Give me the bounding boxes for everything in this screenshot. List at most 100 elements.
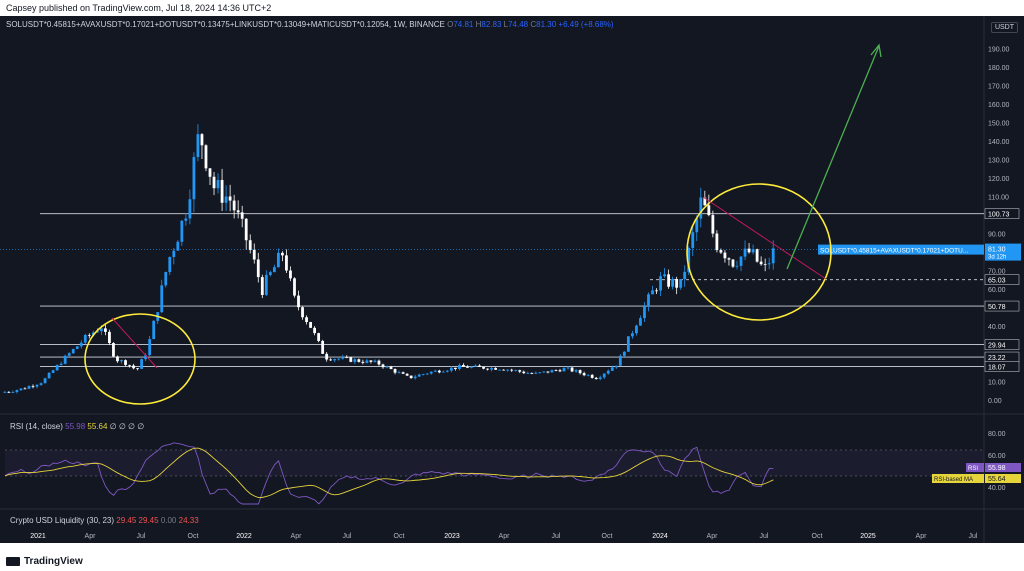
bull-candle[interactable] [59, 363, 63, 366]
bull-candle[interactable] [192, 156, 196, 200]
bear-candle[interactable] [393, 369, 397, 373]
bear-candle[interactable] [248, 240, 252, 250]
bull-candle[interactable] [602, 373, 606, 378]
bear-candle[interactable] [240, 212, 244, 219]
circle-annotation[interactable] [84, 313, 196, 405]
bull-candle[interactable] [120, 360, 123, 362]
bear-candle[interactable] [244, 218, 248, 241]
bull-candle[interactable] [433, 370, 437, 372]
bear-candle[interactable] [437, 370, 441, 373]
bull-candle[interactable] [35, 384, 39, 387]
bull-candle[interactable] [679, 279, 683, 288]
bull-candle[interactable] [71, 348, 75, 354]
bull-candle[interactable] [598, 377, 602, 380]
bear-candle[interactable] [321, 340, 325, 354]
bull-candle[interactable] [626, 336, 630, 352]
bear-candle[interactable] [293, 278, 296, 296]
bear-candle[interactable] [345, 357, 349, 358]
bear-candle[interactable] [719, 250, 723, 253]
bear-candle[interactable] [329, 359, 333, 361]
bear-candle[interactable] [289, 270, 292, 279]
bear-candle[interactable] [755, 249, 759, 262]
bull-candle[interactable] [449, 367, 453, 371]
bull-candle[interactable] [39, 383, 43, 385]
bull-candle[interactable] [172, 250, 176, 258]
bear-candle[interactable] [112, 343, 115, 357]
bull-candle[interactable] [264, 274, 268, 295]
bear-candle[interactable] [87, 334, 91, 336]
bear-candle[interactable] [305, 317, 308, 323]
bear-candle[interactable] [281, 252, 284, 256]
bull-candle[interactable] [15, 390, 19, 393]
bull-candle[interactable] [373, 360, 377, 362]
bull-candle[interactable] [643, 306, 646, 319]
bull-candle[interactable] [691, 232, 695, 248]
bull-candle[interactable] [506, 369, 510, 371]
bull-candle[interactable] [268, 272, 272, 275]
bear-candle[interactable] [405, 373, 409, 376]
bull-candle[interactable] [639, 318, 642, 326]
tradingview-logo[interactable]: TradingView [6, 556, 83, 567]
bull-candle[interactable] [365, 360, 369, 363]
bull-candle[interactable] [671, 279, 675, 287]
bear-candle[interactable] [389, 366, 393, 370]
bear-candle[interactable] [232, 200, 236, 211]
bear-candle[interactable] [518, 370, 522, 372]
bear-candle[interactable] [759, 261, 763, 265]
bull-candle[interactable] [425, 373, 429, 375]
chart-area[interactable]: 190.00 180.00 170.00 160.00 150.00 140.00 130.… [0, 16, 1024, 543]
bull-candle[interactable] [47, 372, 51, 379]
bear-candle[interactable] [31, 386, 35, 387]
bull-candle[interactable] [224, 196, 228, 203]
bull-candle[interactable] [99, 328, 103, 332]
bull-candle[interactable] [651, 290, 654, 295]
bull-candle[interactable] [385, 366, 389, 368]
bull-candle[interactable] [458, 365, 461, 369]
bull-candle[interactable] [180, 220, 184, 242]
bull-candle[interactable] [474, 365, 477, 367]
bear-candle[interactable] [200, 134, 204, 146]
bull-candle[interactable] [67, 353, 71, 356]
bull-candle[interactable] [276, 252, 280, 268]
circle-annotation[interactable] [686, 183, 832, 321]
bear-candle[interactable] [381, 364, 385, 368]
bull-candle[interactable] [647, 294, 650, 307]
bull-candle[interactable] [618, 355, 622, 366]
bull-candle[interactable] [83, 334, 87, 343]
bull-candle[interactable] [445, 370, 449, 372]
bear-candle[interactable] [510, 369, 514, 371]
bear-candle[interactable] [494, 367, 498, 370]
bull-candle[interactable] [490, 367, 494, 370]
bear-candle[interactable] [675, 279, 679, 288]
bull-candle[interactable] [735, 265, 739, 267]
bear-candle[interactable] [252, 249, 256, 260]
bear-candle[interactable] [715, 233, 719, 251]
bear-candle[interactable] [124, 360, 127, 365]
bull-candle[interactable] [75, 346, 79, 349]
bull-candle[interactable] [542, 371, 546, 373]
bear-candle[interactable] [409, 375, 413, 379]
bull-candle[interactable] [739, 256, 743, 266]
bear-candle[interactable] [522, 371, 526, 374]
bear-candle[interactable] [108, 331, 111, 344]
bull-candle[interactable] [27, 386, 31, 389]
bull-candle[interactable] [55, 365, 59, 371]
bear-candle[interactable] [23, 388, 27, 390]
bear-candle[interactable] [136, 368, 139, 370]
bear-candle[interactable] [256, 259, 260, 278]
bear-candle[interactable] [502, 369, 506, 371]
bear-candle[interactable] [349, 357, 353, 362]
bull-candle[interactable] [421, 374, 425, 375]
bull-candle[interactable] [160, 285, 164, 313]
bull-candle[interactable] [3, 391, 7, 393]
bear-candle[interactable] [357, 359, 361, 362]
bull-candle[interactable] [164, 272, 168, 286]
bull-candle[interactable] [417, 374, 421, 377]
bear-candle[interactable] [655, 290, 658, 292]
bull-candle[interactable] [272, 267, 276, 273]
bear-candle[interactable] [212, 176, 216, 189]
bear-candle[interactable] [594, 377, 598, 380]
bear-candle[interactable] [128, 364, 131, 366]
bear-candle[interactable] [309, 322, 312, 328]
bull-candle[interactable] [683, 271, 687, 280]
